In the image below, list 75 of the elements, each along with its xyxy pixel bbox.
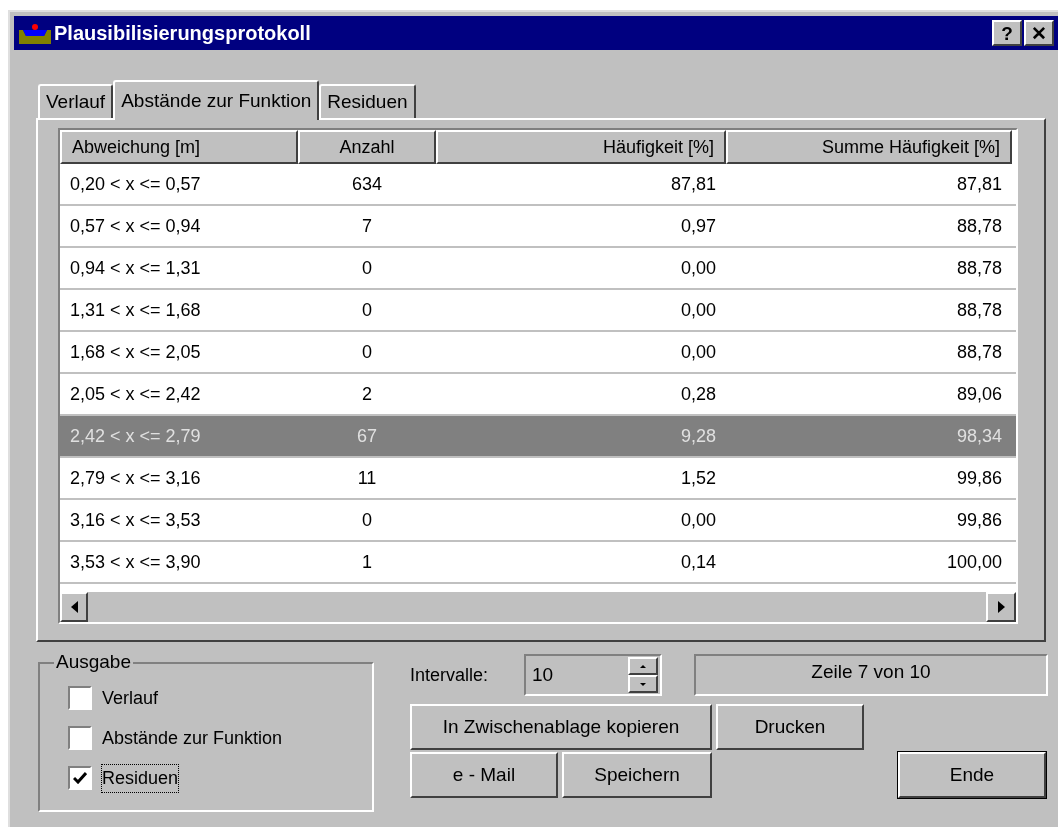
table-cell-text: 2,79 < x <= 3,16 bbox=[69, 466, 202, 490]
table-cell-text: 0,00 bbox=[679, 298, 717, 322]
right-arrow-icon bbox=[997, 601, 1005, 613]
tab[interactable]: Residuen bbox=[319, 84, 416, 118]
dialog-button[interactable]: Speichern bbox=[562, 752, 712, 798]
dialog-button[interactable]: In Zwischenablage kopieren bbox=[410, 704, 712, 750]
table-cell-text: 1,68 < x <= 2,05 bbox=[69, 340, 202, 364]
table-cell-text: 100,00 bbox=[945, 550, 1003, 574]
app-icon bbox=[18, 22, 52, 44]
table-cell-text: 88,78 bbox=[955, 298, 1003, 322]
horizontal-scrollbar[interactable] bbox=[60, 592, 1016, 622]
up-arrow-icon bbox=[640, 664, 646, 668]
intervals-label: Intervalle: bbox=[410, 663, 490, 687]
table-cell-text: 99,86 bbox=[955, 508, 1003, 532]
table-cell-text: 0 bbox=[361, 298, 373, 322]
table-cell-text: 0 bbox=[361, 508, 373, 532]
column-header[interactable]: Anzahl bbox=[298, 130, 436, 164]
close-button[interactable]: ✕ bbox=[1024, 20, 1054, 46]
table-cell-text: 2,42 < x <= 2,79 bbox=[69, 424, 202, 448]
table-cell-text: 98,34 bbox=[955, 424, 1003, 448]
table-cell-text: 2,05 < x <= 2,42 bbox=[69, 382, 202, 406]
intervals-spinbox[interactable]: 10 bbox=[524, 654, 662, 696]
dialog-button[interactable]: Drucken bbox=[716, 704, 864, 750]
checkbox-label[interactable]: Abstände zur Funktion bbox=[102, 724, 283, 752]
checkbox[interactable] bbox=[68, 686, 92, 710]
help-button[interactable]: ? bbox=[992, 20, 1022, 46]
table-cell-text: 0,00 bbox=[679, 340, 717, 364]
checkmark-icon bbox=[73, 772, 87, 784]
table-cell-text: 88,78 bbox=[955, 340, 1003, 364]
table-cell-text: 3,53 < x <= 3,90 bbox=[69, 550, 202, 574]
end-button[interactable]: Ende bbox=[898, 752, 1046, 798]
spin-down-button[interactable] bbox=[628, 675, 658, 693]
checkbox-label[interactable]: Residuen bbox=[102, 764, 179, 792]
table-cell-text: 11 bbox=[356, 466, 378, 490]
checkbox-label[interactable]: Verlauf bbox=[102, 684, 159, 712]
spin-up-button[interactable] bbox=[628, 657, 658, 675]
table-cell-text: 88,78 bbox=[955, 256, 1003, 280]
window-title: Plausibilisierungsprotokoll bbox=[54, 21, 312, 46]
tab[interactable]: Verlauf bbox=[38, 84, 114, 118]
left-arrow-icon bbox=[70, 601, 78, 613]
column-header[interactable]: Summe Häufigkeit [%] bbox=[726, 130, 1012, 164]
table-cell-text: 0,57 < x <= 0,94 bbox=[69, 214, 202, 238]
dialog-button[interactable]: e - Mail bbox=[410, 752, 558, 798]
scroll-right-button[interactable] bbox=[986, 592, 1016, 622]
checkbox[interactable] bbox=[68, 726, 92, 750]
table-cell-text: 0,28 bbox=[679, 382, 717, 406]
table-cell-text: 0,97 bbox=[679, 214, 717, 238]
table-cell-text: 0,00 bbox=[679, 508, 717, 532]
column-header[interactable]: Abweichung [m] bbox=[60, 130, 298, 164]
table-cell-text: 634 bbox=[350, 172, 383, 196]
table-cell-text: 7 bbox=[361, 214, 373, 238]
scroll-left-button[interactable] bbox=[60, 592, 88, 622]
column-header[interactable]: Häufigkeit [%] bbox=[436, 130, 726, 164]
table-cell-text: 87,81 bbox=[955, 172, 1003, 196]
table-cell-text: 99,86 bbox=[955, 466, 1003, 490]
table-cell-text: 1 bbox=[361, 550, 373, 574]
table-cell-text: 0,00 bbox=[679, 256, 717, 280]
table-cell-text: 1,52 bbox=[679, 466, 717, 490]
table-cell-text: 1,31 < x <= 1,68 bbox=[69, 298, 202, 322]
table-cell-text: 0,20 < x <= 0,57 bbox=[69, 172, 202, 196]
table-cell-text: 2 bbox=[361, 382, 373, 406]
table-cell-text: 0 bbox=[361, 340, 373, 364]
table-cell-text: 9,28 bbox=[679, 424, 717, 448]
table-cell-text: 87,81 bbox=[669, 172, 717, 196]
table-cell-text: 89,06 bbox=[955, 382, 1003, 406]
down-arrow-icon bbox=[640, 682, 646, 686]
table-cell-text: 88,78 bbox=[955, 214, 1003, 238]
table-cell-text: 0,94 < x <= 1,31 bbox=[69, 256, 202, 280]
status-field: Zeile 7 von 10 bbox=[694, 654, 1048, 696]
tab[interactable]: Abstände zur Funktion bbox=[113, 80, 320, 120]
table-cell-text: 3,16 < x <= 3,53 bbox=[69, 508, 202, 532]
checkbox[interactable] bbox=[68, 766, 92, 790]
table-cell-text: 67 bbox=[356, 424, 378, 448]
table-cell-text: 0,14 bbox=[679, 550, 717, 574]
table-cell-text: 0 bbox=[361, 256, 373, 280]
